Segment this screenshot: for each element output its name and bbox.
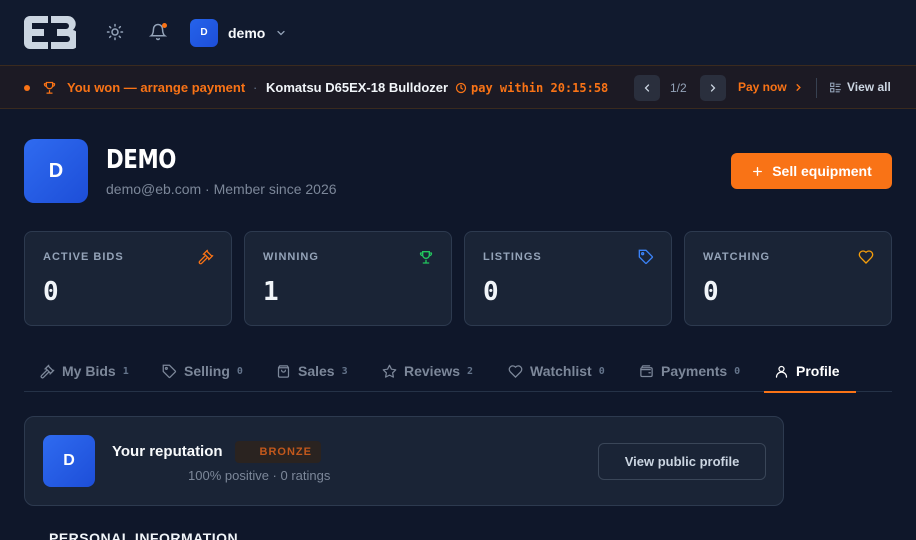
won-item-link[interactable]: Komatsu D65EX-18 Bulldozer (266, 80, 448, 95)
pay-now-label: Pay now (738, 80, 787, 94)
heart-icon (508, 364, 523, 378)
tab-watchlist[interactable]: Watchlist 0 (508, 355, 605, 392)
banner-prev-button[interactable] (634, 75, 660, 101)
tab-count: 0 (598, 365, 605, 377)
tab-count: 2 (467, 365, 474, 377)
view-all-link[interactable]: View all (829, 80, 891, 94)
tab-label: My Bids (62, 363, 116, 379)
won-status-text: You won — arrange payment (67, 80, 246, 95)
pay-now-link[interactable]: Pay now (738, 80, 804, 94)
reputation-avatar: D (43, 435, 95, 487)
personal-information-heading: PERSONAL INFORMATION (49, 530, 239, 540)
theme-toggle-sun-icon[interactable] (105, 22, 125, 42)
tab-label: Watchlist (530, 363, 592, 379)
avatar: D (190, 18, 218, 47)
profile-subtitle: demo@eb.com · Member since 2026 (106, 181, 337, 197)
stat-card-listings[interactable]: LISTINGS 0 (464, 231, 672, 326)
banner-pager: 1/2 (670, 81, 687, 95)
chevron-right-icon (796, 83, 801, 91)
eb-logo[interactable] (24, 16, 81, 50)
stat-value: 0 (43, 277, 59, 307)
stat-card-winning[interactable]: WINNING 1 (244, 231, 452, 326)
tab-count: 0 (734, 365, 741, 377)
notification-dot (162, 23, 167, 28)
banner-next-button[interactable] (700, 75, 726, 101)
tab-profile[interactable]: Profile (764, 355, 856, 393)
clock-icon (455, 81, 467, 99)
profile-avatar: D (24, 139, 88, 203)
tab-count: 1 (122, 365, 129, 377)
gavel-icon (40, 364, 55, 378)
payment-countdown: pay within 20:15:58 (471, 81, 609, 95)
sell-equipment-label: Sell equipment (772, 163, 872, 179)
star-icon (382, 364, 397, 378)
stat-card-active-bids[interactable]: ACTIVE BIDS 0 (24, 231, 232, 326)
shopping-bag-icon (277, 364, 290, 378)
chevron-left-icon (644, 84, 650, 92)
tag-icon (638, 249, 654, 270)
stat-label: WINNING (263, 251, 319, 263)
reputation-card: D Your reputation BRONZE 100% positive ·… (24, 416, 784, 506)
stat-label: WATCHING (703, 251, 771, 263)
profile-tabs: My Bids 1 Selling 0 Sales 3 Reviews 2 Wa… (24, 355, 892, 393)
stat-label: LISTINGS (483, 251, 542, 263)
user-name: demo (228, 24, 266, 41)
view-public-profile-button[interactable]: View public profile (598, 443, 766, 480)
chevron-right-icon (710, 84, 716, 92)
bronze-badge: BRONZE (235, 441, 321, 463)
divider (816, 78, 817, 98)
notifications-bell-icon[interactable] (148, 22, 168, 42)
tab-label: Sales (298, 363, 335, 379)
user-icon (775, 365, 788, 378)
tab-my-bids[interactable]: My Bids 1 (40, 355, 129, 392)
tab-sales[interactable]: Sales 3 (276, 355, 348, 392)
tab-selling[interactable]: Selling 0 (162, 355, 243, 392)
profile-name: DEMO (106, 145, 176, 175)
gavel-icon (198, 249, 214, 270)
tab-label: Profile (796, 363, 840, 379)
reputation-summary: 100% positive · 0 ratings (188, 468, 331, 483)
stat-card-watching[interactable]: WATCHING 0 (684, 231, 892, 326)
tab-count: 3 (341, 365, 348, 377)
tab-label: Payments (661, 363, 728, 379)
tab-count: 0 (236, 365, 243, 377)
heart-icon (858, 249, 874, 270)
separator: · (253, 80, 258, 95)
stat-label: ACTIVE BIDS (43, 251, 124, 263)
top-navbar: D demo (0, 0, 916, 65)
reputation-title: Your reputation (112, 443, 223, 460)
status-dot (24, 85, 30, 91)
won-auction-banner: You won — arrange payment · Komatsu D65E… (0, 65, 916, 109)
plus-icon (753, 166, 763, 176)
tag-icon (162, 364, 177, 378)
list-icon (830, 82, 841, 92)
tab-label: Reviews (404, 363, 461, 379)
sell-equipment-button[interactable]: Sell equipment (731, 153, 892, 189)
stat-value: 0 (703, 277, 719, 307)
stat-value: 0 (483, 277, 499, 307)
tab-label: Selling (184, 363, 230, 379)
tab-reviews[interactable]: Reviews 2 (382, 355, 473, 392)
user-menu[interactable]: D demo (190, 18, 287, 47)
view-all-label: View all (847, 80, 891, 94)
wallet-icon (640, 364, 653, 377)
trophy-icon (42, 80, 57, 100)
chevron-down-icon (277, 30, 285, 35)
tab-payments[interactable]: Payments 0 (639, 355, 740, 392)
trophy-icon (418, 249, 434, 270)
stat-value: 1 (263, 277, 279, 307)
